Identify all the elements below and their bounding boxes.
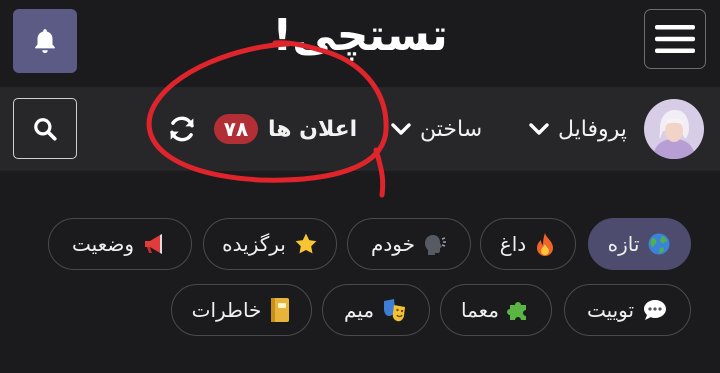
filter-chip-meme[interactable]: میم: [322, 284, 430, 336]
speaking-head-icon: [423, 232, 447, 256]
chip-label: داغ: [499, 232, 527, 256]
chevron-down-icon: [529, 123, 549, 135]
chip-label: خاطرات: [191, 298, 262, 322]
filter-chip-tweet[interactable]: توییت: [564, 284, 691, 336]
search-icon: [34, 117, 57, 141]
globe-icon: [647, 232, 671, 256]
profile-menu-label: پروفایل: [558, 116, 627, 142]
user-avatar-image: [644, 99, 704, 159]
chip-label: معما: [460, 298, 500, 322]
filter-chip-mine[interactable]: خودم: [347, 218, 471, 270]
site-logo[interactable]: تستچی!: [0, 0, 720, 72]
notifications-label: اعلان ها: [268, 116, 358, 142]
filter-chip-status[interactable]: وضعیت: [48, 218, 192, 270]
hamburger-menu-icon: [655, 25, 695, 53]
star-icon: [294, 232, 318, 256]
filter-chip-fresh[interactable]: تازه: [588, 218, 691, 270]
refresh-icon[interactable]: [166, 113, 198, 145]
chip-label: برگزیده: [222, 232, 286, 256]
notebook-icon: [269, 297, 291, 323]
filter-chip-hot[interactable]: داغ: [480, 218, 576, 270]
search-button[interactable]: [13, 98, 77, 159]
chip-label: توییت: [586, 298, 635, 322]
notifications-count-badge: ۷۸: [214, 114, 258, 144]
chip-label: تازه: [607, 232, 640, 256]
fire-icon: [534, 232, 556, 256]
create-menu[interactable]: ساختن: [390, 113, 482, 145]
filter-chip-memories[interactable]: خاطرات: [171, 284, 312, 336]
chip-label: میم: [343, 298, 375, 322]
speech-bubble-icon: [642, 298, 668, 322]
chip-label: خودم: [371, 232, 415, 256]
chip-label: وضعیت: [72, 232, 134, 256]
create-menu-label: ساختن: [420, 116, 483, 142]
chevron-down-icon: [391, 123, 411, 135]
filter-chip-featured[interactable]: برگزیده: [203, 218, 337, 270]
filter-chip-riddle[interactable]: معما: [440, 284, 552, 336]
puzzle-icon: [507, 298, 531, 322]
megaphone-icon: [142, 232, 168, 256]
navigation-bar: ۷۸ اعلان ها ساختن پروفایل: [0, 87, 720, 171]
hamburger-menu-button[interactable]: [644, 9, 706, 69]
notifications-link[interactable]: ۷۸ اعلان ها: [214, 113, 357, 145]
profile-menu[interactable]: پروفایل: [528, 113, 627, 145]
theater-masks-icon: [382, 297, 408, 323]
avatar[interactable]: [644, 99, 704, 159]
